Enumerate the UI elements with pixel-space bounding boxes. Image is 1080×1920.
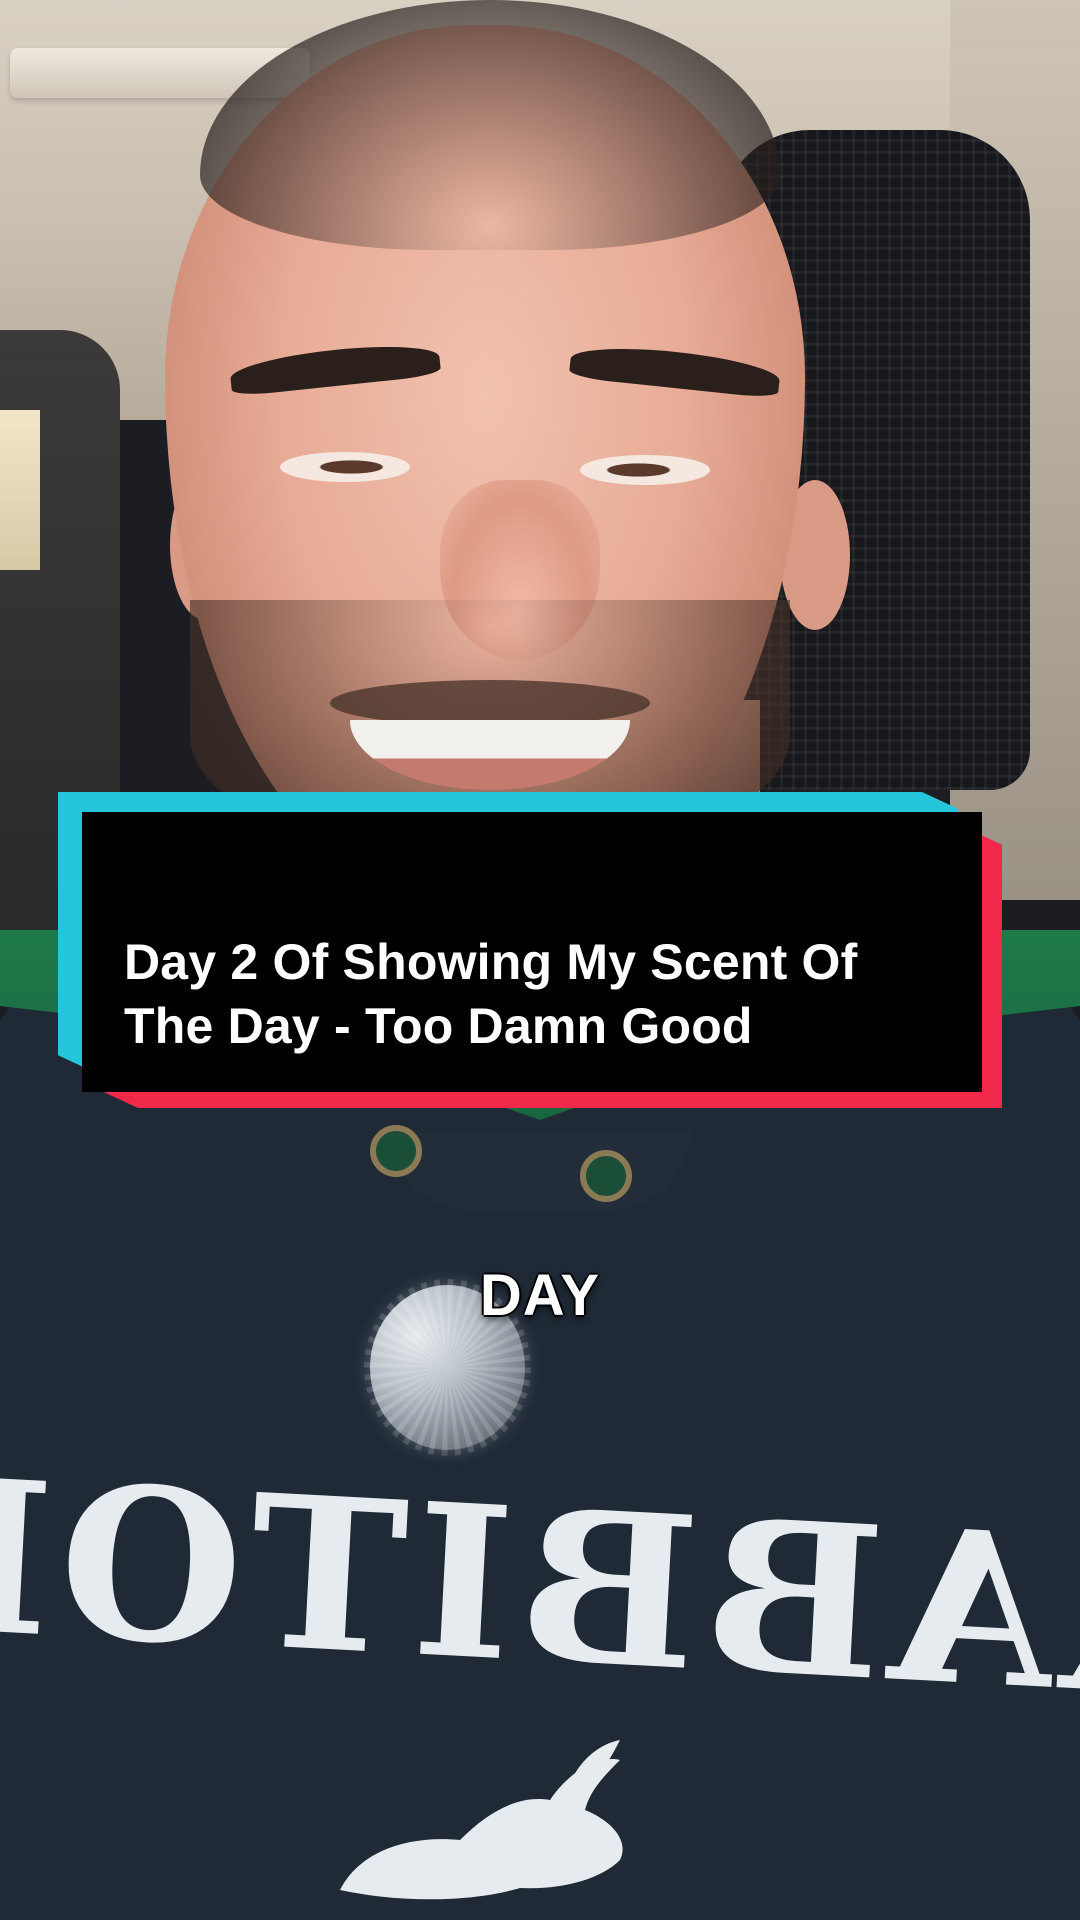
- eye-left: [280, 452, 410, 482]
- title-line-1: Day 2 Of Showing My Scent Of: [124, 934, 858, 990]
- title-line-2: The Day - Too Damn Good: [124, 998, 753, 1054]
- svg-text:RABBITOH: RABBITOH: [0, 1460, 1080, 1720]
- title-card-text: Day 2 Of Showing My Scent Of The Day - T…: [124, 930, 964, 1058]
- sweater-collar: [390, 1130, 690, 1210]
- subtitle-caption: DAY: [479, 1263, 601, 1328]
- eye-right: [580, 455, 710, 485]
- window-glare: [0, 410, 40, 570]
- shirt-print-svg: RABBITOH: [0, 1427, 1080, 1747]
- collar-grommet-right: [580, 1150, 632, 1202]
- rabbit-logo-icon: [320, 1740, 660, 1910]
- collar-grommet-left: [370, 1125, 422, 1177]
- title-card: Day 2 Of Showing My Scent Of The Day - T…: [58, 792, 1022, 1108]
- shirt-print-logo: RABBITOH: [0, 1427, 1080, 1747]
